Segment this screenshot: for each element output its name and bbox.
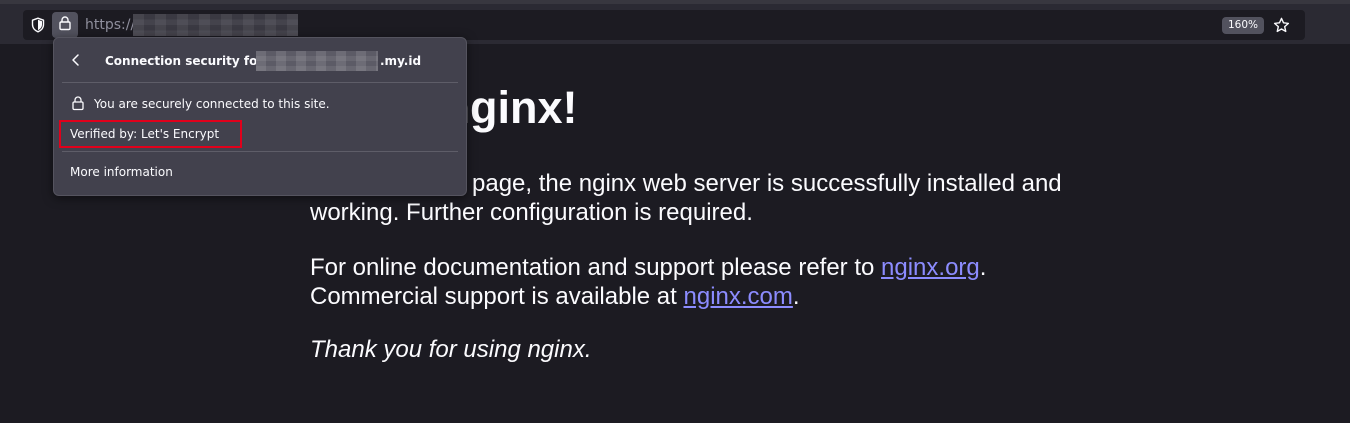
divider — [62, 151, 458, 152]
connection-security-panel: Connection security for .my.id You are s… — [53, 37, 467, 196]
divider — [62, 82, 458, 83]
thanks-paragraph: Thank you for using nginx. — [310, 336, 592, 363]
lock-icon — [57, 15, 73, 35]
redacted-domain — [256, 51, 378, 71]
docs-period: . — [979, 254, 987, 281]
docs-paragraph: For online documentation and support ple… — [310, 253, 1130, 311]
intro-line-1: page, the nginx web server is successful… — [472, 170, 1062, 197]
site-security-button[interactable] — [52, 12, 78, 38]
back-button[interactable] — [68, 52, 84, 68]
chevron-left-icon — [68, 53, 84, 72]
highlight-box — [59, 120, 242, 148]
zoom-level-button[interactable]: 160% — [1222, 17, 1265, 34]
panel-domain-suffix: .my.id — [380, 54, 422, 68]
star-icon[interactable] — [1271, 15, 1291, 35]
docs-text: For online documentation and support ple… — [310, 254, 875, 281]
secure-connection-text: You are securely connected to this site. — [94, 97, 330, 111]
redacted-url — [133, 14, 298, 36]
more-information-button[interactable]: More information — [70, 165, 173, 179]
lock-icon — [70, 95, 86, 111]
url-bar[interactable]: https:// 160% — [23, 10, 1305, 40]
shield-icon[interactable] — [28, 15, 48, 35]
url-text[interactable]: https:// — [85, 17, 135, 33]
intro-line-2: working. Further configuration is requir… — [310, 199, 753, 226]
nginx-org-link[interactable]: nginx.org — [881, 254, 980, 281]
panel-title: Connection security for — [105, 54, 264, 68]
commercial-period: . — [792, 283, 800, 310]
nginx-com-link[interactable]: nginx.com — [684, 283, 793, 310]
commercial-text: Commercial support is available at — [310, 283, 677, 310]
